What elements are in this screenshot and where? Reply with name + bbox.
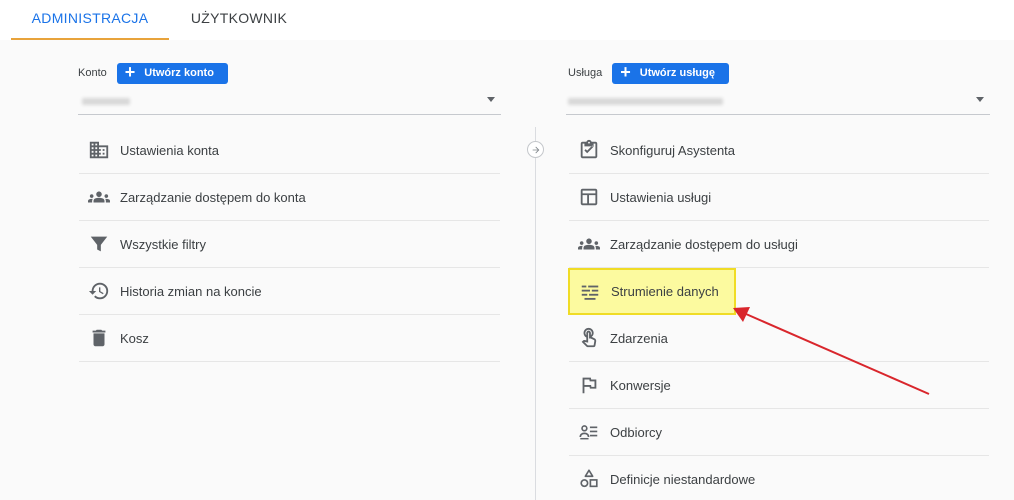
menu-item-setup-assistant[interactable]: Skonfiguruj Asystenta xyxy=(569,127,989,174)
clipboard-check-icon xyxy=(569,139,609,161)
menu-item-data-streams[interactable]: Strumienie danych xyxy=(568,268,736,315)
create-property-button[interactable]: + Utwórz usługę xyxy=(612,62,729,84)
column-divider xyxy=(535,127,536,500)
menu-item-trash[interactable]: Kosz xyxy=(79,315,500,362)
property-selector[interactable] xyxy=(566,89,990,115)
menu-item-account-settings[interactable]: Ustawienia konta xyxy=(79,127,500,174)
menu-item-conversions[interactable]: Konwersje xyxy=(569,362,989,409)
menu-item-label: Wszystkie filtry xyxy=(120,236,206,252)
property-menu: Skonfiguruj Asystenta Ustawienia usługi … xyxy=(568,127,989,500)
people-icon xyxy=(569,233,609,255)
menu-item-label: Zdarzenia xyxy=(610,330,668,346)
property-name-redacted xyxy=(568,98,723,105)
tab-administracja[interactable]: ADMINISTRACJA xyxy=(11,0,169,40)
menu-item-property-access[interactable]: Zarządzanie dostępem do usługi xyxy=(569,221,989,268)
people-icon xyxy=(79,186,119,208)
touch-icon xyxy=(569,327,609,349)
menu-item-account-history[interactable]: Historia zmian na koncie xyxy=(79,268,500,315)
menu-item-all-filters[interactable]: Wszystkie filtry xyxy=(79,221,500,268)
property-header: Usługa + Utwórz usługę xyxy=(568,62,729,84)
menu-item-account-access[interactable]: Zarządzanie dostępem do konta xyxy=(79,174,500,221)
audience-icon xyxy=(569,421,609,443)
account-selector[interactable] xyxy=(78,89,501,115)
menu-item-label: Skonfiguruj Asystenta xyxy=(610,142,736,158)
arrow-right-icon xyxy=(532,146,539,153)
plus-icon: + xyxy=(124,62,136,82)
menu-item-custom-definitions[interactable]: Definicje niestandardowe xyxy=(569,456,989,500)
account-header: Konto + Utwórz konto xyxy=(78,62,228,84)
building-icon xyxy=(79,139,119,161)
menu-item-label: Kosz xyxy=(120,330,149,346)
data-streams-icon xyxy=(570,281,610,303)
menu-item-label: Ustawienia konta xyxy=(120,142,219,158)
menu-item-label: Zarządzanie dostępem do konta xyxy=(120,189,306,205)
history-icon xyxy=(79,280,119,302)
account-label: Konto xyxy=(78,67,107,79)
trash-icon xyxy=(79,327,119,349)
caret-down-icon xyxy=(976,97,984,102)
filter-icon xyxy=(79,233,119,255)
shapes-icon xyxy=(569,468,609,490)
account-menu: Ustawienia konta Zarządzanie dostępem do… xyxy=(79,127,500,362)
menu-item-label: Ustawienia usługi xyxy=(610,189,712,205)
tab-uzytkownik[interactable]: UŻYTKOWNIK xyxy=(169,0,309,40)
expand-arrow-button[interactable] xyxy=(527,141,544,158)
create-account-label: Utwórz konto xyxy=(144,67,214,79)
create-property-label: Utwórz usługę xyxy=(639,67,715,79)
menu-item-label: Historia zmian na koncie xyxy=(120,283,262,299)
menu-item-label: Strumienie danych xyxy=(611,284,719,299)
menu-item-property-settings[interactable]: Ustawienia usługi xyxy=(569,174,989,221)
menu-item-label: Definicje niestandardowe xyxy=(610,471,756,487)
menu-item-audiences[interactable]: Odbiorcy xyxy=(569,409,989,456)
menu-item-label: Zarządzanie dostępem do usługi xyxy=(610,236,798,252)
flag-icon xyxy=(569,374,609,396)
menu-item-label: Odbiorcy xyxy=(610,424,663,440)
create-account-button[interactable]: + Utwórz konto xyxy=(116,62,228,84)
caret-down-icon xyxy=(487,97,495,102)
layout-icon xyxy=(569,186,609,208)
property-label: Usługa xyxy=(568,67,603,79)
admin-tabs: ADMINISTRACJA UŻYTKOWNIK xyxy=(0,0,1014,40)
menu-item-label: Konwersje xyxy=(610,377,671,393)
menu-item-events[interactable]: Zdarzenia xyxy=(569,315,989,362)
account-name-redacted xyxy=(82,98,130,105)
plus-icon: + xyxy=(620,62,631,82)
